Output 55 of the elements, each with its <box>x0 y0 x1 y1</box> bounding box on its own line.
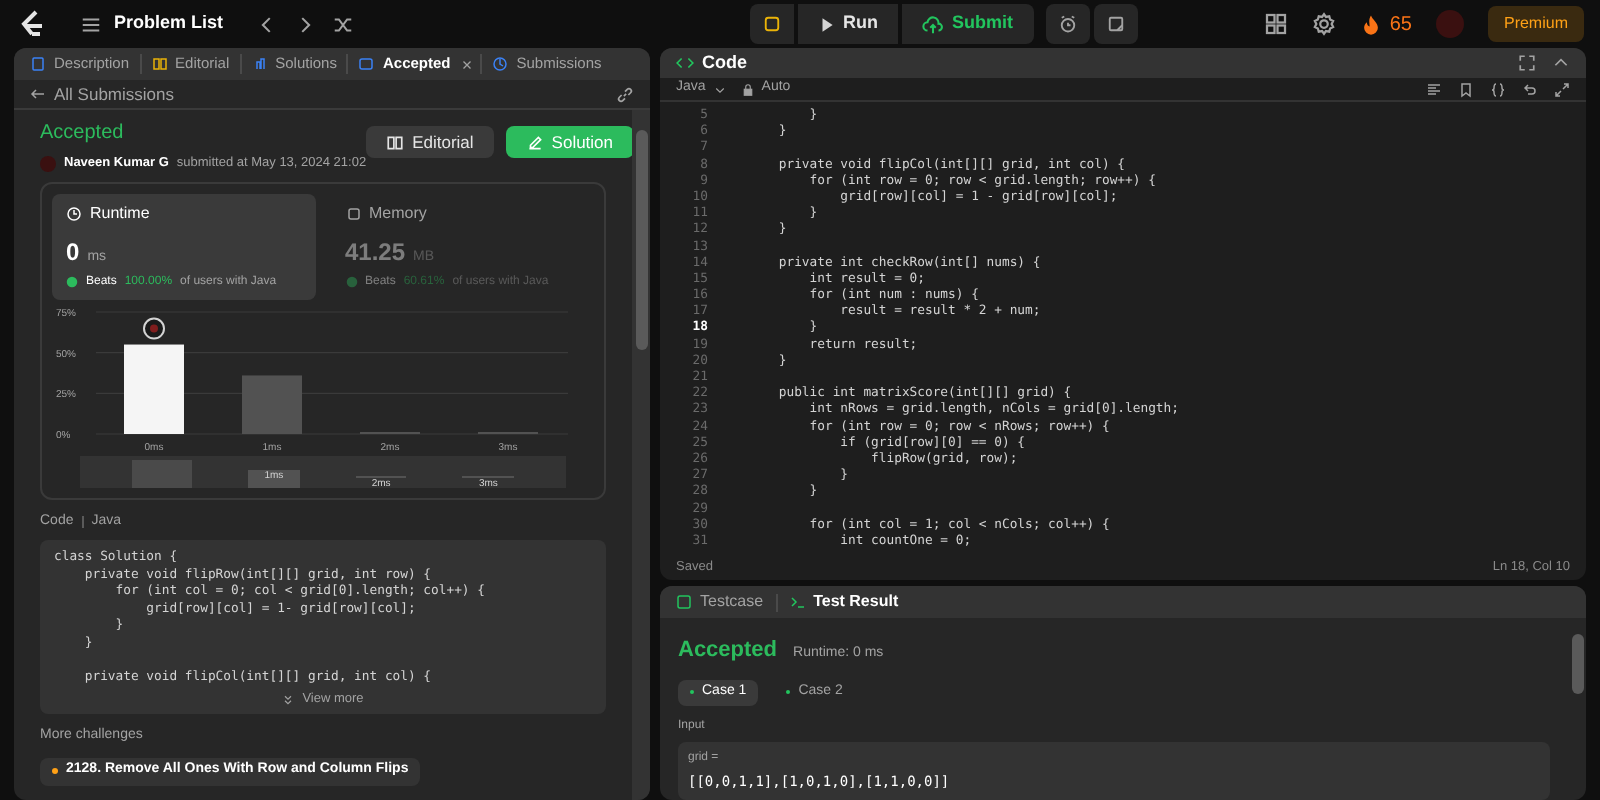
tab-icon <box>251 56 268 72</box>
back-link[interactable]: All Submissions <box>30 81 174 107</box>
edit-icon <box>525 133 544 151</box>
layout-icon[interactable] <box>1263 12 1288 36</box>
book-icon <box>386 133 405 151</box>
submission-status: Accepted <box>40 120 126 148</box>
maximize-icon[interactable] <box>1518 54 1536 72</box>
tab-icon <box>30 56 46 72</box>
scrollbar[interactable] <box>632 110 650 800</box>
chip-icon <box>345 205 361 222</box>
premium-button[interactable]: Premium <box>1487 6 1584 42</box>
chevron-down-icon <box>713 83 726 95</box>
runtime-label: Runtime <box>90 201 150 226</box>
editorial-button[interactable]: Editorial <box>366 126 494 158</box>
undo-icon[interactable] <box>1522 81 1538 97</box>
result-status: Accepted <box>678 636 778 666</box>
tab-icon <box>151 56 168 72</box>
terminal-icon <box>789 594 806 610</box>
panel-tab[interactable]: Testcase <box>676 590 764 614</box>
debug-icon[interactable] <box>749 4 794 44</box>
expand-icon[interactable] <box>1554 81 1570 97</box>
panel-tab[interactable]: Code <box>676 49 747 77</box>
list-icon <box>80 13 102 35</box>
avatar-marker <box>143 317 165 340</box>
format-icon[interactable] <box>1426 81 1442 97</box>
submit-button[interactable]: Submit <box>902 4 1034 44</box>
play-icon <box>817 15 836 33</box>
link-icon[interactable] <box>616 85 634 103</box>
problem-list-button[interactable]: Problem List <box>80 10 224 38</box>
run-button[interactable]: Run <box>797 4 899 44</box>
tab-icon <box>492 56 509 72</box>
panel-tab[interactable]: Test Result <box>789 590 899 614</box>
note-icon[interactable] <box>1093 4 1138 44</box>
flame-icon <box>1359 13 1382 35</box>
braces-icon[interactable] <box>1490 81 1506 97</box>
streak-counter[interactable]: 65 <box>1359 9 1412 39</box>
arrow-left-icon <box>30 86 46 102</box>
logo-icon[interactable] <box>16 8 48 40</box>
code-icon <box>676 54 694 72</box>
tab-icon <box>358 56 375 72</box>
memory-value: 41.25 <box>345 235 406 270</box>
bookmark-icon[interactable] <box>1458 81 1474 97</box>
chevrons-down-icon <box>282 694 295 707</box>
check-badge-icon <box>66 276 78 289</box>
alarm-icon[interactable] <box>1045 4 1090 44</box>
check-badge-icon <box>345 276 357 289</box>
clock-icon <box>66 205 82 222</box>
settings-icon[interactable] <box>1311 12 1336 36</box>
runtime-value: 0 <box>66 235 80 270</box>
close-icon[interactable] <box>460 57 475 71</box>
memory-label: Memory <box>369 201 427 226</box>
lock-icon <box>741 83 754 95</box>
shuffle-icon[interactable] <box>331 13 354 35</box>
checkbox-icon <box>676 594 692 610</box>
cloud-upload-icon <box>922 13 945 35</box>
